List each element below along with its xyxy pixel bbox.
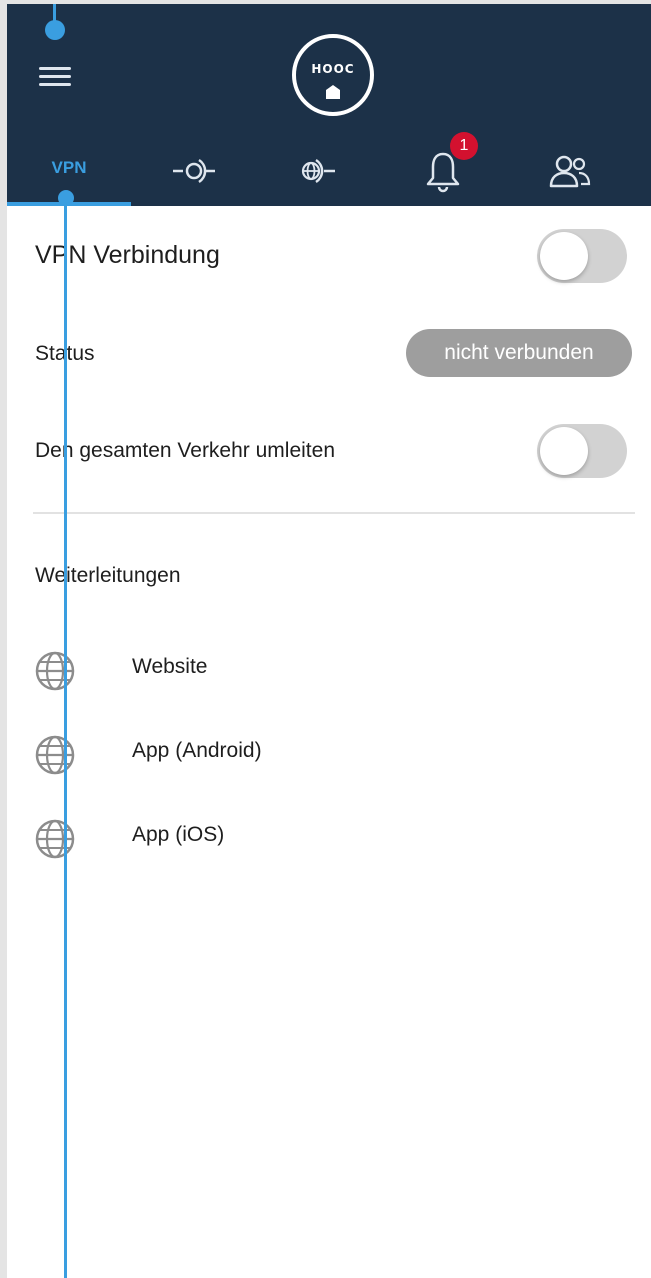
hooc-logo: HOOC bbox=[292, 34, 374, 116]
globe-forward-icon bbox=[301, 158, 335, 184]
logo-text: HOOC bbox=[311, 62, 355, 76]
toggle-knob bbox=[540, 232, 588, 280]
house-icon bbox=[326, 85, 340, 99]
forward-item-label: App (iOS) bbox=[132, 823, 225, 846]
app-header: HOOC VPN 1 bbox=[7, 4, 651, 206]
tab-web-forwarding[interactable] bbox=[255, 140, 379, 206]
forward-item-label: App (Android) bbox=[132, 739, 262, 762]
callout-marker-menu bbox=[45, 20, 65, 40]
globe-icon bbox=[35, 735, 75, 775]
tab-users[interactable] bbox=[503, 140, 627, 206]
toggle-knob bbox=[540, 427, 588, 475]
tab-vpn-label: VPN bbox=[51, 158, 87, 177]
callout-line bbox=[64, 196, 67, 1278]
menu-line bbox=[39, 75, 71, 78]
vpn-connection-toggle[interactable] bbox=[537, 229, 627, 283]
forward-item-label: Website bbox=[132, 655, 208, 678]
forwards-section-title: Weiterleitungen bbox=[35, 564, 181, 587]
callout-marker-vpn bbox=[58, 190, 74, 206]
redirect-traffic-label: Den gesamten Verkehr umleiten bbox=[35, 439, 335, 462]
forward-item-app-android[interactable]: App (Android) bbox=[33, 731, 433, 777]
redirect-traffic-toggle[interactable] bbox=[537, 424, 627, 478]
divider bbox=[33, 512, 635, 514]
globe-icon bbox=[35, 651, 75, 691]
forward-item-app-ios[interactable]: App (iOS) bbox=[33, 815, 433, 861]
menu-line bbox=[39, 83, 71, 86]
menu-line bbox=[39, 67, 71, 70]
tab-notifications[interactable] bbox=[379, 140, 503, 206]
app-screen: HOOC VPN 1 VPN Verbindung nicht verbunde… bbox=[7, 4, 651, 1278]
users-icon bbox=[549, 155, 591, 188]
port-forward-icon bbox=[173, 158, 215, 184]
notification-badge: 1 bbox=[450, 132, 478, 160]
status-badge: nicht verbunden bbox=[406, 329, 632, 377]
tab-port-forwarding[interactable] bbox=[131, 140, 255, 206]
forward-item-website[interactable]: Website bbox=[33, 647, 433, 693]
vpn-connection-label: VPN Verbindung bbox=[35, 241, 220, 269]
globe-icon bbox=[35, 819, 75, 859]
hamburger-menu-button[interactable] bbox=[35, 60, 75, 94]
